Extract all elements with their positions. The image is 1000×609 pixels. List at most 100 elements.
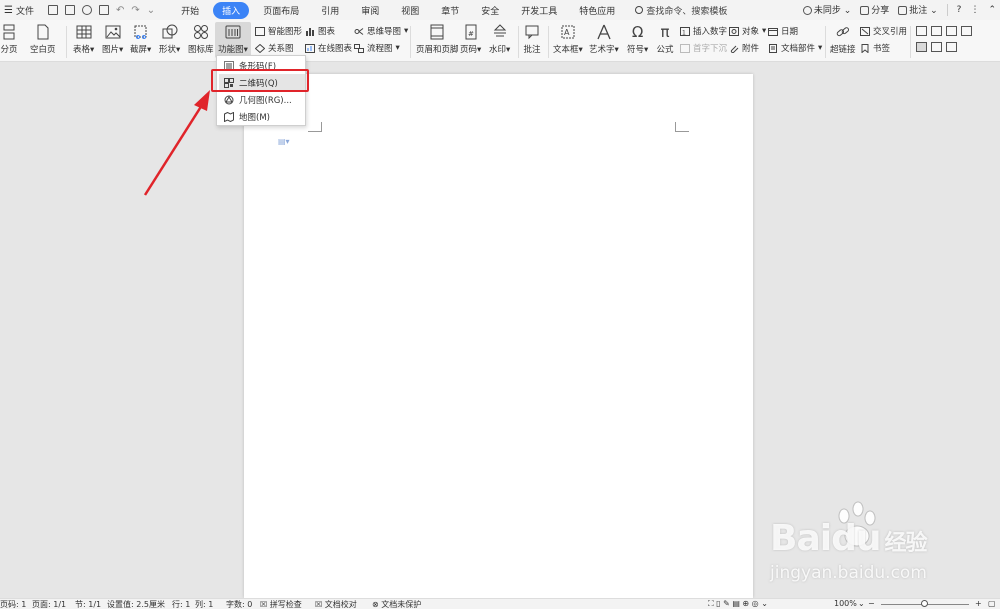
relation-chart-button[interactable]: 关系图 bbox=[255, 42, 294, 54]
blank-page-button[interactable]: 空白页 bbox=[30, 24, 56, 55]
layout-icon[interactable] bbox=[916, 26, 927, 36]
symbol-button[interactable]: Ω 符号▾ bbox=[627, 23, 648, 55]
customize-chevron-icon[interactable]: ⌄ bbox=[147, 5, 155, 16]
screenshot-button[interactable]: 截屏▾ bbox=[130, 24, 151, 55]
function-chart-button[interactable]: 功能图▾ bbox=[215, 22, 251, 58]
insert-number-button[interactable]: 1 插入数字 bbox=[680, 25, 727, 37]
tab-view[interactable]: 视图 bbox=[393, 2, 427, 19]
paste-options-icon[interactable]: ▤▾ bbox=[278, 137, 290, 146]
document-page[interactable]: ▤▾ bbox=[244, 74, 753, 598]
table-label: 表格▾ bbox=[73, 45, 95, 55]
shape-button[interactable]: 形状▾ bbox=[159, 24, 180, 55]
ribbon-tabs: 开始 插入 页面布局 引用 审阅 视图 章节 安全 开发工具 特色应用 bbox=[173, 1, 629, 19]
export-pdf-icon[interactable] bbox=[98, 5, 109, 15]
status-words[interactable]: 字数: 0 bbox=[226, 599, 252, 609]
page-break-icon bbox=[0, 24, 18, 40]
collapse-icon[interactable]: ⌃ bbox=[988, 5, 996, 15]
layout-icon[interactable] bbox=[916, 42, 927, 52]
smart-shape-button[interactable]: 智能图形 bbox=[255, 25, 302, 37]
zoom-level[interactable]: 100% bbox=[834, 599, 857, 608]
page-break-button[interactable]: 分页 bbox=[0, 24, 18, 55]
tab-page-layout[interactable]: 页面布局 bbox=[255, 2, 307, 19]
cross-ref-button[interactable]: 交叉引用 bbox=[860, 25, 907, 37]
comment-icon bbox=[898, 6, 908, 15]
file-menu[interactable]: ☰ 文件 bbox=[0, 4, 38, 17]
tab-special-apps[interactable]: 特色应用 bbox=[571, 2, 623, 19]
picture-button[interactable]: 图片▾ bbox=[102, 24, 123, 55]
spell-check-button[interactable]: ☒ 拼写检查 bbox=[260, 599, 302, 609]
zoom-out-button[interactable]: − bbox=[868, 599, 875, 608]
tab-security[interactable]: 安全 bbox=[473, 2, 507, 19]
mind-map-icon bbox=[354, 27, 364, 35]
layout-toggle-row-2 bbox=[916, 42, 957, 52]
blank-page-icon bbox=[34, 24, 52, 40]
share-button[interactable]: 分享 bbox=[860, 3, 889, 16]
mind-map-button[interactable]: 思维导图 ▾ bbox=[354, 25, 408, 37]
print-preview-icon[interactable] bbox=[64, 5, 75, 15]
object-button[interactable]: 对象 ▾ bbox=[729, 25, 766, 37]
drop-cap-button[interactable]: 首字下沉 bbox=[680, 42, 727, 54]
smart-shape-label: 智能图形 bbox=[268, 27, 303, 37]
print-icon[interactable] bbox=[81, 5, 92, 15]
svg-text:A: A bbox=[564, 28, 570, 37]
cross-ref-label: 交叉引用 bbox=[873, 27, 908, 37]
tab-insert[interactable]: 插入 bbox=[213, 1, 250, 19]
online-chart-button[interactable]: 在线图表 bbox=[305, 42, 352, 54]
layout-icon[interactable] bbox=[946, 42, 957, 52]
wordart-button[interactable]: 艺术字▾ bbox=[589, 24, 619, 55]
watermark-button[interactable]: 水印▾ bbox=[489, 24, 510, 55]
layout-icon[interactable] bbox=[931, 26, 942, 36]
menu-item-geometry[interactable]: 几何图(RG)... bbox=[219, 91, 305, 108]
more-icon[interactable]: ⋮ bbox=[970, 5, 979, 15]
bookmark-button[interactable]: 书签 bbox=[860, 42, 890, 54]
formula-button[interactable]: π 公式 bbox=[656, 23, 674, 55]
tab-references[interactable]: 引用 bbox=[313, 2, 347, 19]
bookmark-label: 书签 bbox=[873, 44, 891, 54]
protect-button[interactable]: ⊗ 文档未保护 bbox=[372, 599, 421, 609]
doc-check-button[interactable]: ☒ 文档校对 bbox=[315, 599, 357, 609]
zoom-chevron-icon[interactable]: ⌄ bbox=[858, 599, 865, 608]
tab-developer[interactable]: 开发工具 bbox=[513, 2, 565, 19]
online-chart-label: 在线图表 bbox=[318, 44, 353, 54]
sync-button[interactable]: 未同步 ⌄ bbox=[802, 3, 851, 16]
drop-cap-icon bbox=[680, 43, 690, 53]
zoom-in-button[interactable]: + bbox=[975, 599, 982, 608]
command-search[interactable]: 查找命令、搜索模板 bbox=[635, 4, 727, 17]
layout-icon[interactable] bbox=[961, 26, 972, 36]
attachment-button[interactable]: 附件 bbox=[729, 42, 759, 54]
help-button[interactable]: ? bbox=[957, 5, 962, 15]
tab-review[interactable]: 审阅 bbox=[353, 2, 387, 19]
icon-library-button[interactable]: 图标库 bbox=[188, 24, 214, 55]
table-button[interactable]: 表格▾ bbox=[73, 24, 94, 55]
redo-icon[interactable]: ↷ bbox=[131, 5, 139, 16]
relation-chart-label: 关系图 bbox=[268, 44, 294, 54]
page-number-button[interactable]: # 页码▾ bbox=[460, 24, 481, 55]
flowchart-label: 流程图 bbox=[367, 44, 393, 54]
menu-item-map[interactable]: 地图(M) bbox=[219, 108, 305, 125]
hyperlink-button[interactable]: 超链接 bbox=[830, 24, 856, 55]
tab-home[interactable]: 开始 bbox=[173, 2, 207, 19]
zoom-fit-icon[interactable]: ▢ bbox=[988, 599, 996, 608]
tab-chapter[interactable]: 章节 bbox=[433, 2, 467, 19]
textbox-label: 文本框▾ bbox=[553, 45, 583, 55]
comment-button[interactable]: 批注 ⌄ bbox=[898, 3, 938, 16]
annotation-button[interactable]: 批注 bbox=[523, 24, 541, 55]
chart-button[interactable]: 图表 bbox=[305, 25, 335, 37]
header-footer-button[interactable]: 页眉和页脚 bbox=[416, 24, 459, 55]
divider bbox=[825, 26, 826, 58]
save-icon[interactable] bbox=[47, 5, 58, 15]
layout-icon[interactable] bbox=[946, 26, 957, 36]
textbox-button[interactable]: A 文本框▾ bbox=[553, 24, 583, 55]
doc-parts-button[interactable]: 文档部件 ▾ bbox=[768, 42, 822, 54]
undo-icon[interactable]: ↶ bbox=[116, 5, 124, 16]
paperclip-icon bbox=[730, 45, 739, 53]
zoom-slider-handle[interactable] bbox=[921, 600, 928, 607]
view-mode-icons[interactable]: ⛶ ▯ ✎ ▤ ⊕ ◎ ⌄ bbox=[708, 599, 768, 609]
annotation-label: 批注 bbox=[523, 45, 541, 55]
date-button[interactable]: 日期 bbox=[768, 25, 798, 37]
layout-icon[interactable] bbox=[931, 42, 942, 52]
scissors-icon bbox=[132, 24, 150, 40]
function-chart-label: 功能图▾ bbox=[218, 45, 248, 55]
omega-icon: Ω bbox=[631, 23, 644, 41]
flowchart-button[interactable]: 流程图 ▾ bbox=[354, 42, 400, 54]
